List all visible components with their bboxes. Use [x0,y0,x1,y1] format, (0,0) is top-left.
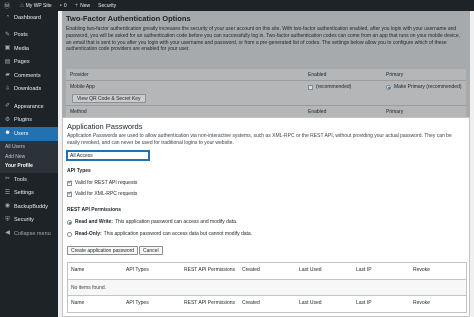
menu-downloads[interactable]: ⇩ Downloads [0,83,58,97]
rest-api-checkbox[interactable] [67,179,73,186]
comment-icon: ▪ [59,2,62,9]
settings-icon: ☰ [4,189,11,196]
mobile-app-enabled-checkbox[interactable] [308,84,313,90]
two-factor-title: Two-Factor Authentication Options [66,14,191,23]
api-types-label: API Types [67,168,91,174]
menu-media[interactable]: ▣ Media [0,42,58,56]
plugin-icon: ⚙ [4,116,11,123]
admin-bar: Ⓦ ⌂ My WP Site ▪ 0 + New Security [0,0,474,11]
wrench-icon: ✂ [4,176,11,183]
table-header-row: Name API Types REST API Permissions Crea… [68,263,466,280]
plus-icon: + [74,2,79,9]
menu-settings[interactable]: ☰ Settings [0,187,58,201]
backup-icon: ◉ [4,203,11,210]
download-icon: ⇩ [4,85,11,92]
application-passwords-panel: Application Passwords Application Passwo… [62,117,470,317]
mobile-app-primary-radio[interactable] [386,84,391,90]
dashboard-icon: ◔ [5,14,10,21]
xmlrpc-option[interactable]: Valid for XML-RPC requests [67,190,137,197]
menu-comments[interactable]: ▰ Comments [0,69,58,83]
shield-icon: ⛨ [5,216,10,223]
two-factor-panel: Two-Factor Authentication Options Enabli… [62,11,470,118]
application-passwords-title: Application Passwords [67,122,143,131]
read-write-radio[interactable] [67,219,72,225]
pushpin-icon: ✎ [4,31,11,38]
menu-backupbuddy[interactable]: ◉ BackupBuddy [0,200,58,214]
media-icon: ▣ [4,45,11,52]
xmlrpc-checkbox[interactable] [67,190,73,197]
two-factor-table: Provider Enabled Primary Mobile App (rec… [66,69,466,118]
admin-sidebar: ◔ Dashboard ✎ Posts ▣ Media ▤ Pages ▰ Comment… [0,11,58,317]
rest-api-option[interactable]: Valid for REST API requests [67,179,137,186]
comment-icon: ▰ [5,72,10,79]
submenu-your-profile[interactable]: Your Profile [0,162,58,172]
empty-table-row: No items found. [68,280,466,295]
cancel-button[interactable]: Cancel [139,246,163,255]
new-content-link[interactable]: + New [71,0,95,11]
main-content: Two-Factor Authentication Options Enabli… [58,11,474,317]
two-factor-header-row: Provider Enabled Primary [66,69,466,81]
submenu-all-users[interactable]: All Users [0,143,58,153]
menu-appearance[interactable]: ✐ Appearance [0,100,58,114]
rest-permissions-label: REST API Permissions [67,207,121,213]
menu-tools[interactable]: ✂ Tools [0,173,58,187]
menu-collapse[interactable]: ◀ Collapse menu [0,227,58,241]
two-factor-description: Enabling two-factor authentication great… [66,26,461,53]
home-icon: ⌂ [20,2,24,9]
wordpress-logo-icon[interactable]: Ⓦ [0,0,16,11]
application-passwords-table: Name API Types REST API Permissions Crea… [67,262,467,313]
menu-pages[interactable]: ▤ Pages [0,56,58,70]
security-link[interactable]: Security [94,0,120,11]
read-only-radio[interactable] [67,231,72,237]
users-icon: ☻ [4,130,11,137]
menu-security[interactable]: ⛨ Security [0,214,58,228]
collapse-icon: ◀ [5,230,10,237]
view-qr-code-button[interactable]: View QR Code & Secret Key [72,94,146,103]
site-name-link[interactable]: ⌂ My WP Site [16,0,56,11]
users-submenu: All Users Add New Your Profile [0,140,58,173]
table-footer-row: Name API Types REST API Permissions Crea… [68,295,466,312]
application-passwords-description: Application Passwords are used to allow … [67,133,452,146]
create-application-password-button[interactable]: Create application password [67,246,139,255]
application-name-input[interactable]: All Access [67,151,149,160]
menu-users[interactable]: ☻ Users [0,127,58,141]
menu-plugins[interactable]: ⚙ Plugins [0,114,58,128]
read-write-option[interactable]: Read and Write: This application passwor… [67,219,237,225]
submenu-add-new[interactable]: Add New [0,152,58,162]
brush-icon: ✐ [4,103,11,110]
page-icon: ▤ [4,58,11,65]
menu-dashboard[interactable]: ◔ Dashboard [0,11,58,25]
menu-posts[interactable]: ✎ Posts [0,29,58,43]
mobile-app-row: Mobile App (recommended) Make Primary (r… [66,81,466,106]
read-only-option[interactable]: Read-Only: This application password can… [67,231,252,237]
comments-link[interactable]: ▪ 0 [56,0,71,11]
